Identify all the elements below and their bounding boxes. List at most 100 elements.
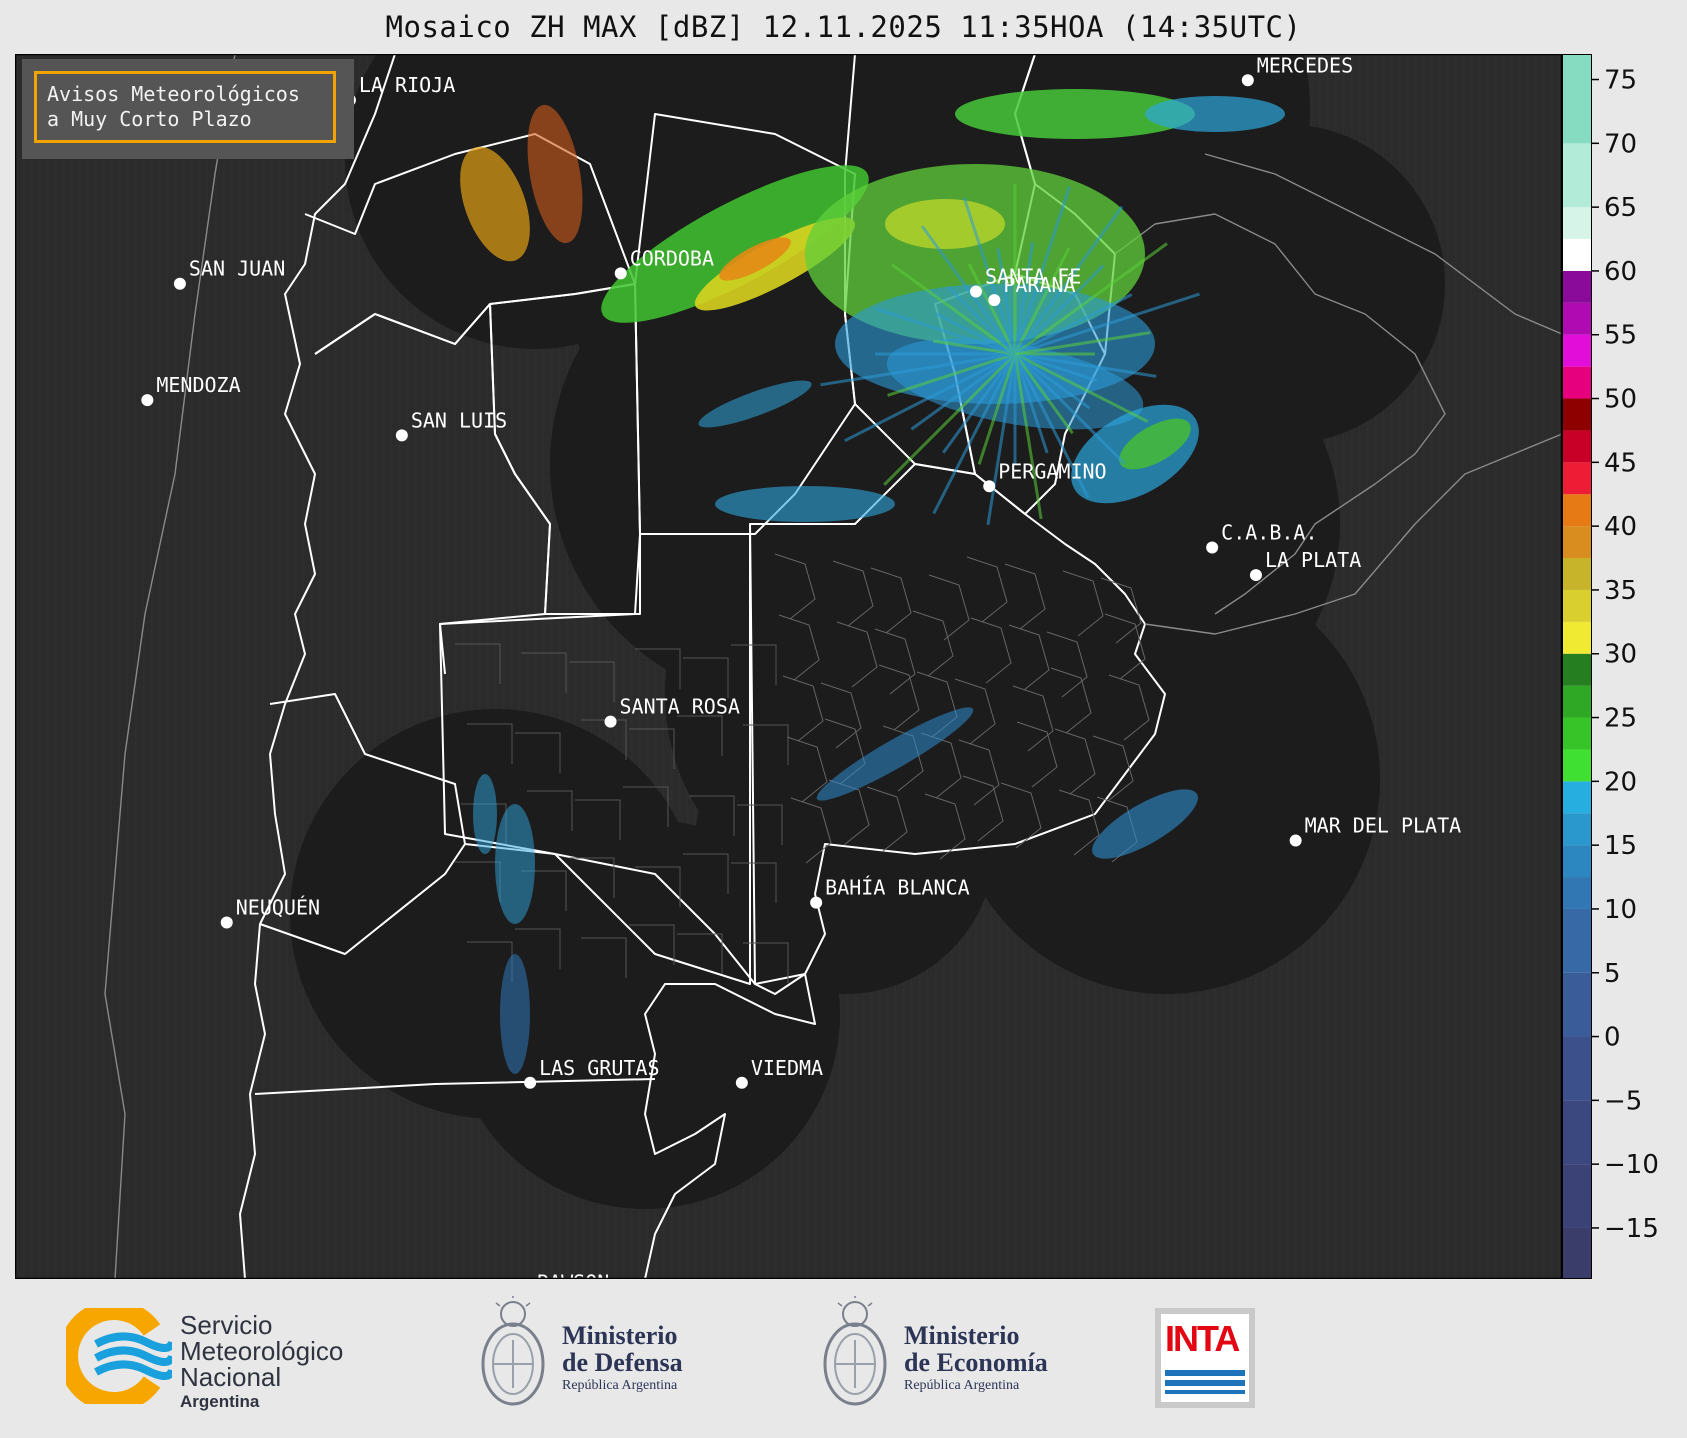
- city-dot[interactable]: [1241, 74, 1254, 87]
- colorbar-tick-label: 60: [1604, 257, 1637, 287]
- radar-disc: [950, 564, 1380, 994]
- colorbar-tick-label: 50: [1604, 385, 1637, 415]
- city-dot[interactable]: [988, 294, 1001, 307]
- notice-line2: a Muy Corto Plazo: [47, 107, 252, 131]
- city-dot[interactable]: [1206, 541, 1219, 554]
- smn-logo-icon: [66, 1308, 172, 1404]
- colorbar-band: [1562, 1227, 1592, 1279]
- echo-cell: [715, 486, 895, 522]
- economia-logo: Ministerio de Economía República Argenti…: [820, 1296, 1080, 1416]
- radar-disc: [1125, 124, 1445, 444]
- city-dot[interactable]: [220, 916, 233, 929]
- city-label: VIEDMA: [751, 1056, 823, 1080]
- economia-line2: de Economía: [904, 1348, 1048, 1377]
- colorbar-tick-label: 20: [1604, 767, 1637, 797]
- city-dot[interactable]: [614, 267, 627, 280]
- colorbar-band: [1562, 334, 1592, 367]
- city-dot[interactable]: [735, 1076, 748, 1089]
- colorbar-band: [1562, 1164, 1592, 1228]
- colorbar-band: [1562, 270, 1592, 303]
- radar-map-canvas[interactable]: LA RIOJAMERCEDESSAN JUAN CORDOBASANTA FEP…: [15, 54, 1562, 1279]
- colorbar-tick-label: 65: [1604, 193, 1637, 223]
- colorbar-tick-label: 15: [1604, 831, 1637, 861]
- city-label: BAHÍA BLANCA: [825, 876, 970, 900]
- economia-line1: Ministerio: [904, 1321, 1020, 1350]
- colorbar-band: [1562, 813, 1592, 846]
- colorbar-band: [1562, 653, 1592, 686]
- city-label: LAS GRUTAS: [539, 1056, 659, 1080]
- colorbar-tick-label: 45: [1604, 448, 1637, 478]
- footer: Servicio Meteorológico Nacional Argentin…: [0, 1280, 1687, 1438]
- smn-line1: Servicio: [180, 1310, 273, 1340]
- colorbar-tick-label: −10: [1604, 1150, 1659, 1180]
- colorbar-band: [1562, 717, 1592, 750]
- colorbar-band: [1562, 749, 1592, 782]
- colorbar-tick-label: 0: [1604, 1023, 1621, 1053]
- colorbar-band: [1562, 621, 1592, 654]
- inta-text: INTA: [1165, 1318, 1240, 1359]
- city-dot[interactable]: [969, 285, 982, 298]
- city-label: PERGAMINO: [998, 459, 1106, 483]
- colorbar-band: [1562, 430, 1592, 463]
- echo-cell: [500, 954, 530, 1074]
- notice-line1: Avisos Meteorológicos: [47, 82, 300, 106]
- colorbar-band: [1562, 526, 1592, 559]
- smn-line3: Nacional: [180, 1362, 282, 1392]
- colorbar: 757065605550454035302520151050−5−10−15: [1562, 54, 1659, 1279]
- city-label: PARANÁ: [1003, 273, 1075, 297]
- colorbar-band: [1562, 54, 1592, 144]
- echo-cell: [473, 774, 497, 854]
- colorbar-band: [1562, 143, 1592, 208]
- colorbar-band: [1562, 207, 1592, 240]
- city-label: MERCEDES: [1257, 54, 1353, 77]
- city-dot[interactable]: [1289, 834, 1302, 847]
- city-label: SAN LUIS: [411, 408, 507, 432]
- colorbar-tick-label: 10: [1604, 895, 1637, 925]
- map-title: Mosaico ZH MAX [dBZ] 12.11.2025 11:35HOA…: [385, 10, 1302, 44]
- colorbar-band: [1562, 972, 1592, 1037]
- colorbar-tick-label: 55: [1604, 321, 1637, 351]
- colorbar-band: [1562, 302, 1592, 335]
- economia-line3: República Argentina: [904, 1378, 1020, 1393]
- radar-map[interactable]: LA RIOJA MERCEDES SAN JUAN CORDOBA SANTA FE P…: [15, 54, 1562, 1279]
- city-dot[interactable]: [604, 715, 617, 728]
- city-label: MENDOZA: [156, 373, 240, 397]
- colorbar-tick-label: 25: [1604, 704, 1637, 734]
- colorbar-band: [1562, 781, 1592, 814]
- smn-line2: Meteorológico: [180, 1336, 344, 1366]
- colorbar-tick-label: 5: [1604, 959, 1621, 989]
- inta-logo: INTA: [1155, 1308, 1255, 1408]
- notice-panel: Avisos Meteorológicos a Muy Corto Plazo: [22, 59, 354, 159]
- echo-cell: [1145, 96, 1285, 132]
- defensa-line2: de Defensa: [562, 1348, 683, 1377]
- economia-seal-icon: [823, 1296, 887, 1406]
- city-dot[interactable]: [141, 394, 154, 407]
- colorbar-band: [1562, 366, 1592, 399]
- colorbar-band: [1562, 1100, 1592, 1165]
- colorbar-band: [1562, 685, 1592, 718]
- city-label: LA PLATA: [1265, 548, 1361, 572]
- city-dot[interactable]: [524, 1076, 537, 1089]
- defensa-line1: Ministerio: [562, 1321, 678, 1350]
- city-dot[interactable]: [173, 277, 186, 290]
- city-label: LA RIOJA: [359, 73, 455, 97]
- city-dot[interactable]: [395, 429, 408, 442]
- smn-logo: Servicio Meteorológico Nacional Argentin…: [66, 1306, 386, 1411]
- city-label: NEUQUÉN: [236, 895, 320, 919]
- colorbar-tick-label: 35: [1604, 576, 1637, 606]
- city-label: SANTA ROSA: [620, 695, 740, 719]
- colorbar-tick-label: 30: [1604, 640, 1637, 670]
- city-label: C.A.B.A.: [1221, 520, 1317, 544]
- city-label: MAR DEL PLATA: [1305, 814, 1462, 838]
- city-dot[interactable]: [810, 896, 823, 909]
- colorbar-band: [1562, 877, 1592, 909]
- notice-box[interactable]: Avisos Meteorológicos a Muy Corto Plazo: [34, 71, 336, 143]
- city-dot[interactable]: [983, 480, 996, 493]
- defensa-seal-icon: [481, 1296, 545, 1406]
- colorbar-band: [1562, 845, 1592, 878]
- city-label: CORDOBA: [630, 246, 714, 270]
- colorbar-band: [1562, 558, 1592, 590]
- city-dot[interactable]: [1249, 569, 1262, 582]
- colorbar-band: [1562, 398, 1592, 431]
- echo-cell: [495, 804, 535, 924]
